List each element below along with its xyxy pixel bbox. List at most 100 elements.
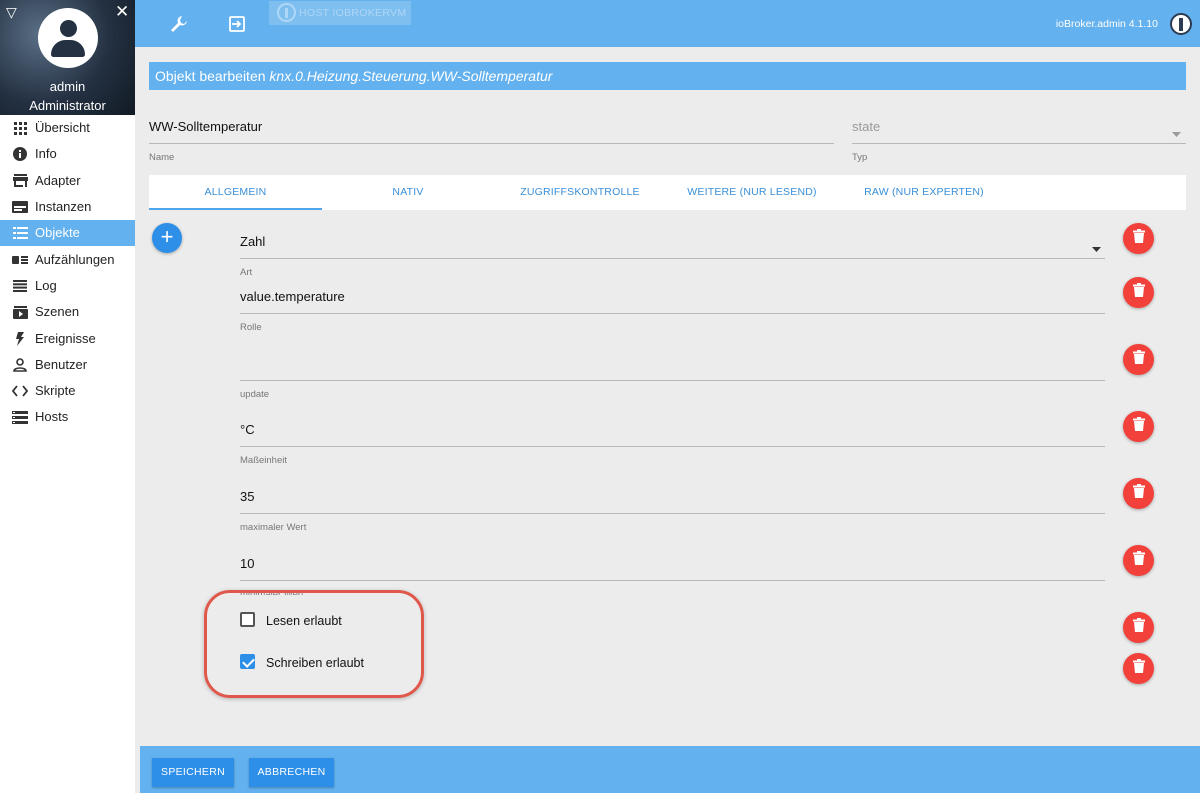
- logout-icon[interactable]: [228, 15, 246, 38]
- annotation-highlight: [204, 590, 424, 698]
- footer-bar: SPEICHERN ABBRECHEN: [140, 746, 1200, 793]
- trash-icon: [1132, 484, 1145, 503]
- iobroker-logo-icon: [277, 3, 296, 22]
- field-underline: [240, 513, 1105, 514]
- delete-button[interactable]: [1123, 612, 1154, 643]
- close-icon[interactable]: ✕: [115, 2, 129, 22]
- field-underline: [240, 380, 1105, 381]
- delete-button[interactable]: [1123, 653, 1154, 684]
- trash-icon: [1132, 350, 1145, 369]
- sidebar-item-hosts[interactable]: Hosts: [0, 404, 135, 430]
- avatar: [38, 8, 98, 68]
- delete-button[interactable]: [1123, 223, 1154, 254]
- name-underline: [149, 143, 834, 144]
- max-input[interactable]: 35: [240, 489, 254, 504]
- sidebar-item-adapter[interactable]: Adapter: [0, 168, 135, 194]
- type-underline: [852, 143, 1186, 144]
- dialog-title-prefix: Objekt bearbeiten: [155, 68, 266, 84]
- cancel-button[interactable]: ABBRECHEN: [249, 758, 334, 787]
- instances-icon: [11, 200, 29, 214]
- dialog-title: Objekt bearbeiten knx.0.Heizung.Steuerun…: [149, 62, 1186, 90]
- hosts-icon: [11, 410, 29, 424]
- tab-nativ[interactable]: NATIV: [322, 175, 494, 210]
- sidebar-item-szenen[interactable]: Szenen: [0, 299, 135, 325]
- name-label: Name: [149, 152, 175, 163]
- log-icon: [11, 279, 29, 293]
- update-label: update: [240, 389, 270, 400]
- delete-button[interactable]: [1123, 545, 1154, 576]
- delete-button[interactable]: [1123, 478, 1154, 509]
- rolle-input[interactable]: value.temperature: [240, 289, 345, 304]
- version-label: ioBroker.admin 4.1.10: [1055, 18, 1158, 30]
- flash-icon: [11, 331, 29, 346]
- sidebar-item-log[interactable]: Log: [0, 273, 135, 299]
- code-icon: [11, 384, 29, 398]
- trash-icon: [1132, 417, 1145, 436]
- sidebar-item-objekte[interactable]: Objekte: [0, 220, 135, 247]
- delete-button[interactable]: [1123, 411, 1154, 442]
- sidebar-item-label: Ereignisse: [35, 330, 96, 346]
- add-property-button[interactable]: +: [152, 223, 182, 253]
- art-select[interactable]: Zahl: [240, 234, 265, 249]
- sidebar-item-label: Instanzen: [35, 199, 92, 215]
- sidebar-item-label: Objekte: [35, 225, 80, 241]
- sidebar-menu: Übersicht Info Adapter Instanzen Objekte: [0, 115, 135, 431]
- user-name: admin: [49, 79, 86, 94]
- chevron-down-icon[interactable]: [1092, 239, 1101, 257]
- type-select[interactable]: state: [852, 119, 880, 134]
- trash-icon: [1132, 618, 1145, 637]
- sidebar-item-label: Benutzer: [35, 356, 88, 372]
- trash-icon: [1132, 551, 1145, 570]
- art-label: Art: [240, 267, 253, 278]
- sidebar-item-label: Adapter: [35, 172, 81, 188]
- scenes-icon: [11, 305, 29, 319]
- field-underline: [240, 258, 1105, 259]
- wrench-icon[interactable]: [169, 14, 189, 39]
- user-role: Administrator: [29, 98, 106, 113]
- info-icon: [11, 147, 29, 162]
- delete-button[interactable]: [1123, 277, 1154, 308]
- user-icon: [11, 358, 29, 372]
- min-input[interactable]: 10: [240, 556, 254, 571]
- field-underline: [240, 313, 1105, 314]
- sidebar-item-ereignisse[interactable]: Ereignisse: [0, 325, 135, 351]
- trash-icon: [1132, 283, 1145, 302]
- tab-bar: ALLGEMEIN NATIV ZUGRIFFSKONTROLLE WEITER…: [149, 175, 1186, 210]
- sidebar-item-aufzaehlungen[interactable]: Aufzählungen: [0, 246, 135, 272]
- host-label: HOST IOBROKERVM: [299, 7, 407, 19]
- enums-icon: [11, 253, 29, 267]
- host-selector[interactable]: HOST IOBROKERVM: [269, 1, 411, 25]
- field-underline: [240, 446, 1105, 447]
- sidebar-item-benutzer[interactable]: Benutzer: [0, 352, 135, 378]
- sidebar-item-info[interactable]: Info: [0, 141, 135, 167]
- menu-toggle-icon[interactable]: ▽: [6, 4, 17, 21]
- tab-raw[interactable]: RAW (NUR EXPERTEN): [838, 175, 1010, 210]
- chevron-down-icon[interactable]: [1172, 124, 1181, 142]
- sidebar-item-label: Log: [35, 277, 57, 293]
- sidebar-item-label: Aufzählungen: [35, 251, 115, 267]
- delete-button[interactable]: [1123, 344, 1154, 375]
- sidebar-item-skripte[interactable]: Skripte: [0, 378, 135, 404]
- rolle-label: Rolle: [240, 322, 262, 333]
- apps-grid-icon: [11, 121, 29, 135]
- trash-icon: [1132, 659, 1145, 678]
- tab-allgemein[interactable]: ALLGEMEIN: [149, 175, 322, 210]
- sidebar-item-label: Szenen: [35, 304, 80, 320]
- tab-weitere[interactable]: WEITERE (NUR LESEND): [666, 175, 838, 210]
- sidebar-item-label: Übersicht: [35, 120, 90, 136]
- object-id: knx.0.Heizung.Steuerung.WW-Solltemperatu…: [269, 68, 553, 84]
- sidebar-item-uebersicht[interactable]: Übersicht: [0, 115, 135, 141]
- tab-zugriffskontrolle[interactable]: ZUGRIFFSKONTROLLE: [494, 175, 666, 210]
- sidebar-item-label: Skripte: [35, 383, 76, 399]
- name-input[interactable]: WW-Solltemperatur: [149, 119, 262, 134]
- top-bar: HOST IOBROKERVM ioBroker.admin 4.1.10: [135, 0, 1200, 47]
- type-label: Typ: [852, 152, 868, 163]
- sidebar-item-label: Hosts: [35, 409, 69, 425]
- unit-label: Maßeinheit: [240, 455, 287, 466]
- user-profile: ▽ ✕ admin Administrator: [0, 0, 135, 115]
- field-underline: [240, 580, 1105, 581]
- unit-input[interactable]: °C: [240, 422, 255, 437]
- store-icon: [11, 174, 29, 188]
- save-button[interactable]: SPEICHERN: [152, 758, 234, 787]
- sidebar-item-instanzen[interactable]: Instanzen: [0, 194, 135, 220]
